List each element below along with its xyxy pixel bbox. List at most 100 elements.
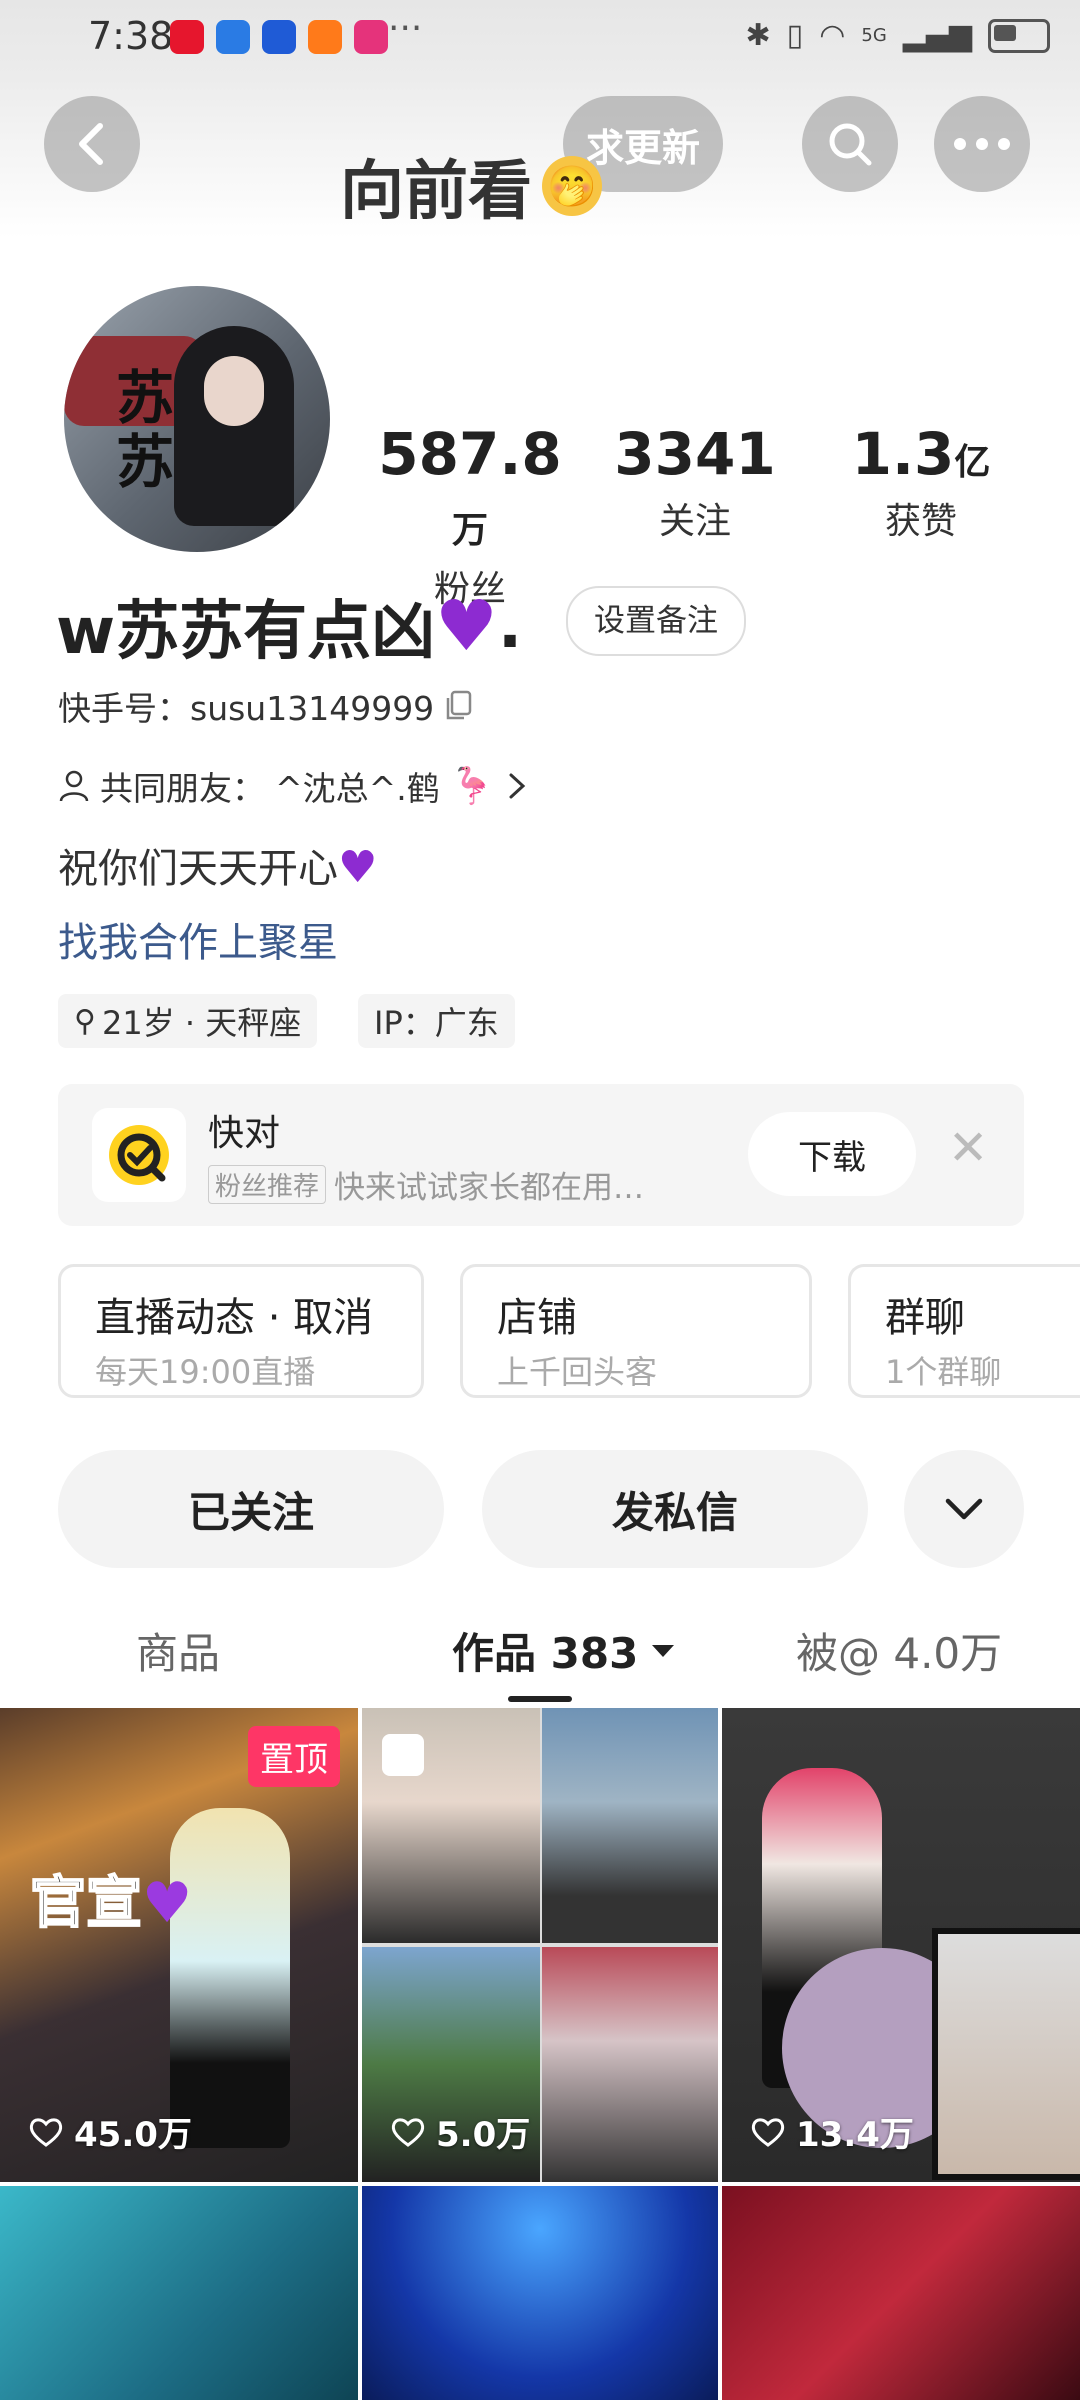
post-tile[interactable]: 13.4万 [722,1708,1080,2182]
post-tile[interactable] [362,2186,718,2400]
likes-count: 1.3 [851,420,955,488]
vibrate-icon: ▯ [786,18,804,53]
kuaidui-logo-icon [92,1108,186,1202]
post-overlay: 官宣♥ [29,1858,193,1939]
profile-name: w苏苏有点凶 ♥ . [56,580,522,672]
tab-indicator [508,1696,572,1702]
female-icon: ⚲ [74,1003,96,1039]
profile-name-text: w苏苏有点凶 [56,595,436,669]
copy-icon [446,690,472,720]
age-tag: ⚲ 21岁 · 天秤座 [58,994,318,1048]
wifi-icon: ◠ [819,18,846,53]
avatar-text: 苏苏 [116,364,175,496]
app-icon [262,20,296,54]
purple-heart-icon: ♥ [142,1871,193,1936]
live-card-subtitle: 每天19:00直播 [95,1353,316,1391]
shop-card[interactable]: 店铺 上千回头客 [460,1264,812,1398]
ad-subtitle-text: 快来试试家长都在用… [334,1170,645,1206]
ad-subtitle: 粉丝推荐 快来试试家长都在用… [208,1162,644,1207]
purple-heart-icon: ♥ [338,842,378,893]
pinned-badge: 置顶 [248,1726,340,1787]
post-tile[interactable] [722,2186,1080,2400]
search-button[interactable] [802,96,898,192]
page-title: 向前看 🤭 [340,140,602,232]
following-count: 3341 [614,420,776,488]
fans-count: 587.8 [378,420,562,488]
stat-following[interactable]: 3341 关注 [600,420,790,544]
stat-likes[interactable]: 1.3亿 获赞 [826,420,1016,544]
message-button[interactable]: 发私信 [482,1450,868,1568]
notification-icons [170,20,388,54]
tab-works[interactable]: 作品 383 [452,1620,676,1681]
heart-outline-icon [391,2117,425,2147]
tab-mentions[interactable]: 被@ 4.0万 [796,1620,1002,1681]
caret-down-icon [652,1644,675,1657]
bio: 祝你们天天开心♥ [58,836,377,894]
network-type: 5G [861,25,887,46]
weibo-icon [170,20,204,54]
fans-unit: 万 [451,510,488,551]
followed-button[interactable]: 已关注 [58,1450,444,1568]
heart-outline-icon [29,2117,63,2147]
likes-unit: 亿 [954,442,991,483]
back-button[interactable] [44,96,140,192]
mutual-friends-label: 共同朋友： [100,769,265,808]
post-tile[interactable] [0,2186,358,2400]
close-icon[interactable]: ✕ [948,1120,988,1176]
system-icons: ✱ ▯ ◠ 5G ▂▄▆ [746,18,1050,53]
post-likes: 45.0万 [28,2107,192,2156]
more-notifications-icon: ··· [388,8,423,49]
following-label: 关注 [658,501,731,542]
back-icon [79,123,103,165]
shop-app-icon [354,20,388,54]
post-likes-count: 45.0万 [74,2115,192,2155]
mutual-friends-row[interactable]: 共同朋友： ^沈总^.鹤 🦩 [58,762,529,810]
shop-card-subtitle: 上千回头客 [497,1353,658,1391]
post-tile[interactable]: 5.0万 [362,1708,718,2182]
post-likes-count: 13.4万 [796,2115,914,2155]
ip-tag: IP：广东 [358,994,515,1048]
flamingo-icon: 🦩 [449,766,495,807]
ad-card[interactable]: 快对 粉丝推荐 快来试试家长都在用… 下载 ✕ [58,1084,1024,1226]
chevron-down-icon [945,1498,983,1520]
battery-icon [988,18,1050,53]
ad-badge: 粉丝推荐 [208,1165,327,1204]
group-chat-card-subtitle: 1个群聊 [885,1353,1002,1391]
cooperation-link[interactable]: 找我合作上聚星 [58,910,338,968]
heart-outline-icon [751,2117,785,2147]
tab-works-label: 作品 383 [452,1629,639,1678]
chevron-right-icon [509,773,525,799]
more-button[interactable] [934,96,1030,192]
set-remark-button[interactable]: 设置备注 [566,586,746,656]
avatar[interactable]: 苏苏 [64,286,330,552]
age-tag-text: 21岁 · 天秤座 [101,1004,302,1042]
live-card[interactable]: 直播动态 · 取消 每天19:00直播 [58,1264,424,1398]
browser-icon [216,20,250,54]
post-likes: 13.4万 [750,2107,914,2156]
kuaishou-id-row[interactable]: 快手号：susu13149999 [58,682,474,730]
emoji-icon: 🤭 [542,156,602,216]
tab-products[interactable]: 商品 [136,1620,220,1681]
post-likes-count: 5.0万 [436,2115,531,2155]
post-tile[interactable]: 置顶 官宣♥ 45.0万 [0,1708,358,2182]
status-time: 7:38 [88,14,174,58]
purple-heart-icon: ♥ [435,585,498,667]
kuaishou-id: 快手号：susu13149999 [58,689,435,728]
mutual-friends-value: ^沈总^.鹤 [275,769,440,808]
post-overlay-text: 官宣 [29,1870,143,1937]
group-chat-card[interactable]: 群聊 1个群聊 [848,1264,1080,1398]
page-title-text: 向前看 [340,155,532,229]
person-icon [59,770,89,802]
profile-name-suffix: . [497,589,523,663]
video-app-icon [308,20,342,54]
post-likes: 5.0万 [390,2107,530,2156]
live-card-title: 直播动态 · 取消 [95,1295,374,1341]
bluetooth-icon: ✱ [745,18,771,53]
search-icon [829,123,872,166]
expand-button[interactable] [904,1450,1024,1568]
ad-title: 快对 [208,1113,281,1154]
gallery-icon [382,1734,424,1776]
more-dots-icon [954,138,1010,150]
download-button[interactable]: 下载 [748,1112,916,1196]
bio-text: 祝你们天天开心 [58,846,338,892]
